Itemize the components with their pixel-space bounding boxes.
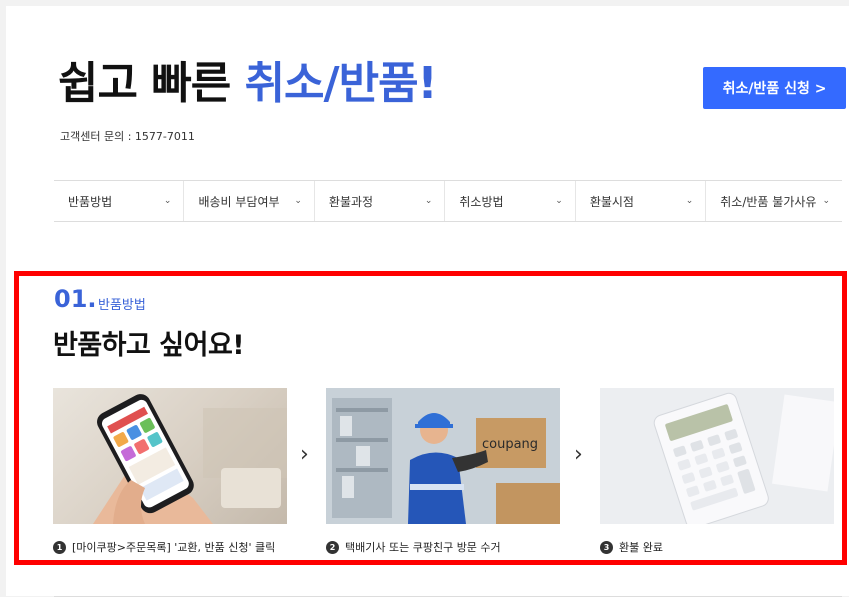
section-number: 01. — [54, 285, 97, 313]
arrow-right-icon: › — [574, 442, 583, 467]
chevron-down-icon: ⌄ — [163, 196, 172, 206]
nav-item-label: 반품방법 — [68, 194, 113, 209]
nav-item-return-method[interactable]: 반품방법 ⌄ — [54, 181, 185, 221]
nav-item-refund-process[interactable]: 환불과정 ⌄ — [315, 181, 446, 221]
chevron-down-icon: ⌄ — [685, 196, 694, 206]
page-title-accent: 취소/반품! — [244, 58, 438, 109]
step-2-caption: 2 택배기사 또는 쿠팡친구 방문 수거 — [326, 539, 501, 555]
box-brand-text: coupang — [482, 437, 538, 452]
customer-center-contact: 고객센터 문의 : 1577-7011 — [60, 130, 195, 143]
section-label: 반품방법 — [98, 298, 146, 313]
nav-item-not-allowed-reasons[interactable]: 취소/반품 불가사유 ⌄ — [706, 181, 842, 221]
category-nav: 반품방법 ⌄ 배송비 부담여부 ⌄ 환불과정 ⌄ 취소방법 ⌄ 환불시점 ⌄ 취소/반품 … — [54, 180, 842, 222]
chevron-down-icon: ⌄ — [294, 196, 302, 206]
chevron-down-icon: ⌄ — [822, 196, 830, 206]
nav-item-shipping-fee[interactable]: 배송비 부담여부 ⌄ — [184, 181, 315, 221]
arrow-right-icon: › — [300, 442, 309, 467]
nav-item-refund-timing[interactable]: 환불시점 ⌄ — [576, 181, 707, 221]
step-caption-text: 택배기사 또는 쿠팡친구 방문 수거 — [345, 541, 501, 554]
nav-item-label: 환불과정 — [328, 194, 374, 209]
step-3-calculator-image — [600, 388, 834, 524]
nav-item-cancel-method[interactable]: 취소방법 ⌄ — [445, 181, 576, 221]
step-caption-text: [마이쿠팡>주문목록] '교환, 반품 신청' 클릭 — [72, 541, 276, 554]
return-method-section: 01. 반품방법 반품하고 싶어요! › coupang › 1 [마이쿠팡>주… — [14, 271, 847, 565]
section-title: 반품하고 싶어요! — [53, 330, 245, 361]
step-2-courier-image: coupang — [326, 388, 560, 524]
step-number-badge: 1 — [53, 540, 66, 554]
step-1-caption: 1 [마이쿠팡>주문목록] '교환, 반품 신청' 클릭 — [53, 539, 275, 555]
step-3-caption: 3 환불 완료 — [600, 539, 663, 555]
nav-item-label: 환불시점 — [589, 194, 634, 209]
step-caption-text: 환불 완료 — [619, 541, 663, 554]
step-1-phone-image — [53, 388, 287, 524]
page-title-main: 쉽고 빠른 — [58, 58, 245, 109]
nav-item-label: 배송비 부담여부 — [198, 194, 280, 209]
nav-item-label: 취소/반품 불가사유 — [720, 194, 817, 209]
page-title: 쉽고 빠른 취소/반품! — [58, 62, 438, 106]
step-number-badge: 2 — [326, 540, 339, 554]
cancel-return-apply-button[interactable]: 취소/반품 신청 > — [703, 67, 846, 109]
chevron-down-icon: ⌄ — [555, 196, 563, 206]
nav-item-label: 취소방법 — [459, 194, 504, 209]
chevron-down-icon: ⌄ — [424, 196, 433, 206]
step-number-badge: 3 — [600, 540, 613, 554]
